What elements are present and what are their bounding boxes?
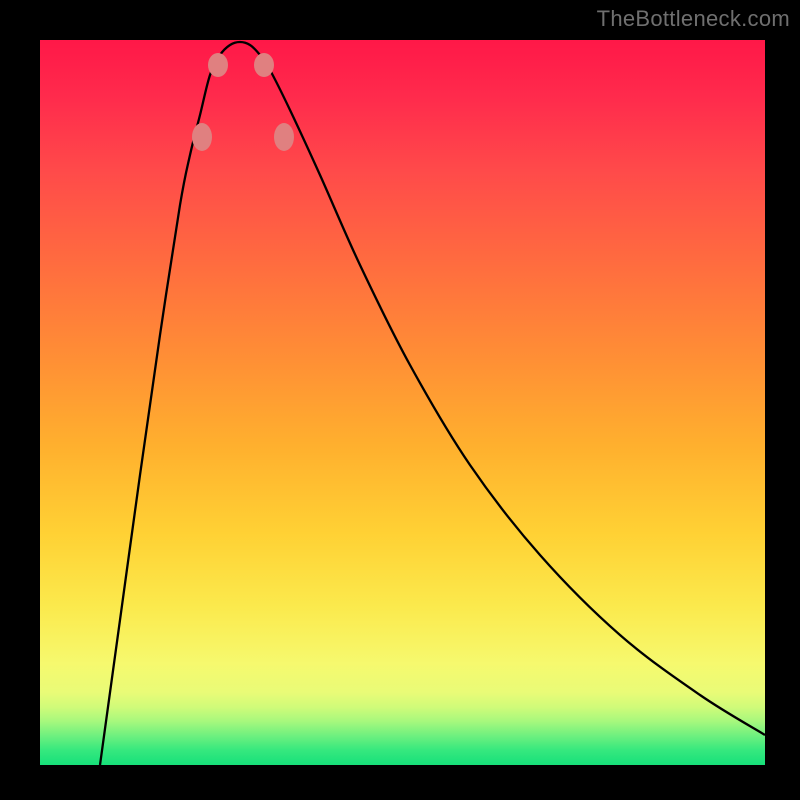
chart-frame: TheBottleneck.com xyxy=(0,0,800,800)
watermark-text: TheBottleneck.com xyxy=(597,6,790,32)
marker-left-lower xyxy=(208,53,228,77)
marker-left-upper xyxy=(192,123,212,151)
curve-markers xyxy=(192,53,294,151)
marker-right-lower xyxy=(254,53,274,77)
marker-right-upper xyxy=(274,123,294,151)
curve-layer xyxy=(40,40,765,765)
